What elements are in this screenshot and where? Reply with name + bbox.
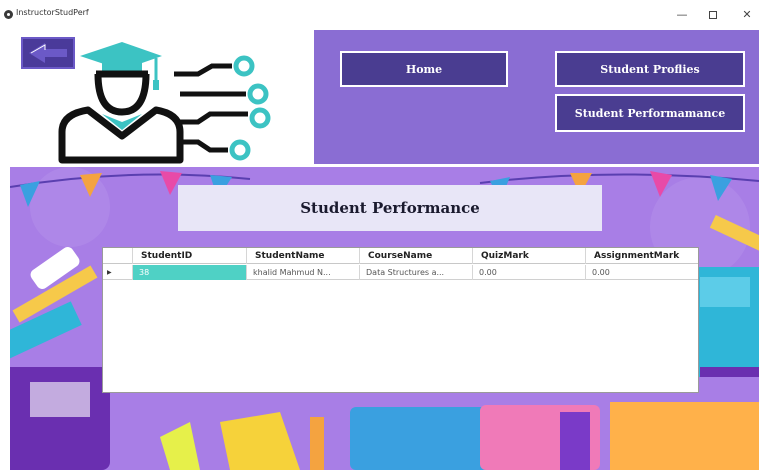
column-header-assignmentmark[interactable]: AssignmentMark (586, 248, 698, 264)
cell-coursename[interactable]: Data Structures a... (360, 265, 473, 280)
row-header-corner (103, 248, 133, 264)
cell-assignmentmark[interactable]: 0.00 (586, 265, 698, 280)
table-row[interactable]: ▶ 38 khalid Mahmud N... Data Structures … (103, 265, 698, 280)
app-icon (4, 10, 13, 19)
window-title: InstructorStudPerf (16, 8, 89, 17)
row-selector[interactable]: ▶ (103, 265, 133, 280)
column-header-quizmark[interactable]: QuizMark (473, 248, 586, 264)
back-arrow-icon (29, 43, 67, 63)
cell-studentid[interactable]: 38 (133, 265, 247, 280)
back-button[interactable] (21, 37, 75, 69)
app-window: InstructorStudPerf — ✕ Home Student Prof… (0, 0, 759, 470)
cell-quizmark[interactable]: 0.00 (473, 265, 586, 280)
home-button[interactable]: Home (340, 51, 508, 87)
maximize-icon (709, 11, 717, 19)
row-indicator-icon: ▶ (107, 269, 112, 276)
window-frame (0, 30, 10, 470)
title-bar[interactable]: InstructorStudPerf — ✕ (0, 0, 759, 30)
maximize-button[interactable] (703, 7, 723, 23)
column-header-studentid[interactable]: StudentID (133, 248, 247, 264)
student-profiles-button[interactable]: Student Proflies (555, 51, 745, 87)
column-header-studentname[interactable]: StudentName (247, 248, 360, 264)
page-heading-box: Student Performance (178, 185, 602, 231)
grid-header: StudentID StudentName CourseName QuizMar… (103, 248, 698, 264)
column-header-coursename[interactable]: CourseName (360, 248, 473, 264)
minimize-button[interactable]: — (672, 7, 692, 23)
page-title: Student Performance (300, 199, 480, 217)
close-button[interactable]: ✕ (737, 7, 757, 23)
student-performance-grid[interactable]: StudentID StudentName CourseName QuizMar… (102, 247, 699, 393)
cell-studentname[interactable]: khalid Mahmud N... (247, 265, 360, 280)
student-performance-button[interactable]: Student Performamance (555, 94, 745, 132)
